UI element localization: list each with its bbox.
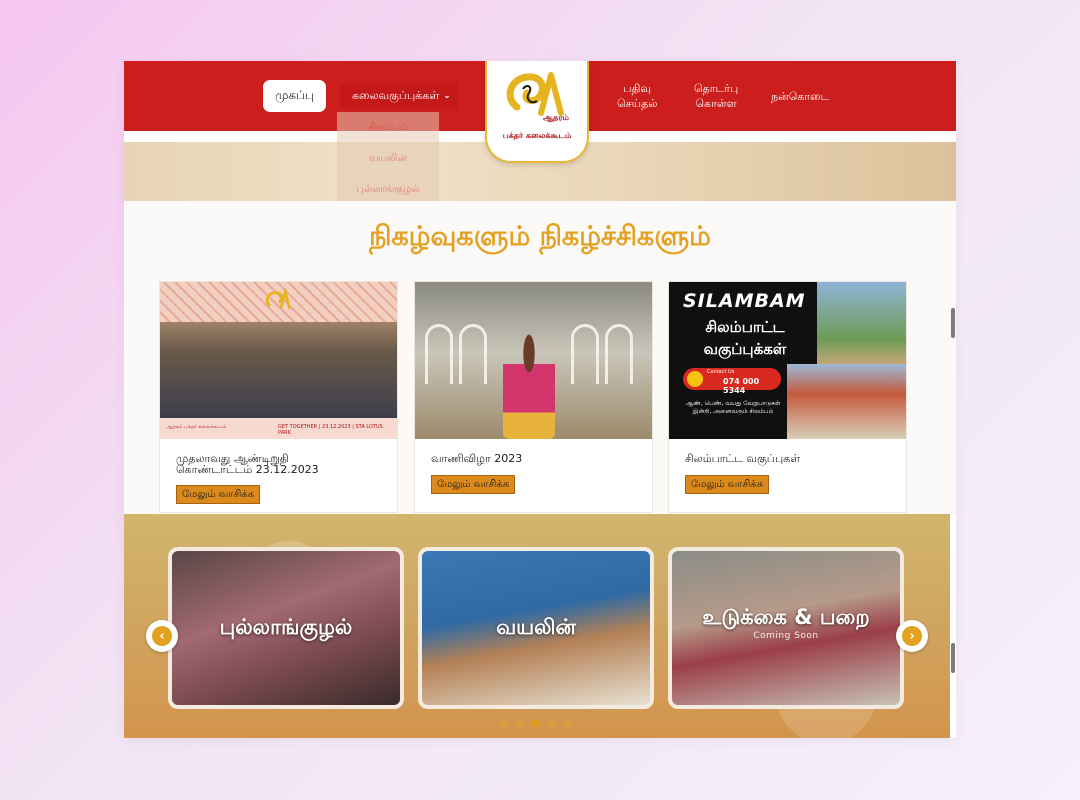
event-card: ஆதரம் பக்தர் கலைக்கூடம் GET TOGETHER | 2… xyxy=(159,281,398,513)
carousel-dot[interactable] xyxy=(516,720,523,727)
nav-courses[interactable]: கலைவகுப்புக்கள் ⌄ xyxy=(340,83,458,109)
read-more-button[interactable]: மேலும் வாசிக்க xyxy=(176,485,261,504)
poster-line2: வகுப்புக்கள் xyxy=(703,340,787,358)
poster-photo xyxy=(817,282,906,364)
arrow-right-icon: › xyxy=(902,626,922,646)
slide-subtitle: Coming Soon xyxy=(753,631,819,641)
poster-heading: SILAMBAM xyxy=(683,290,806,312)
nav-register-line1: பதிவு xyxy=(623,82,652,95)
phone-icon xyxy=(687,371,703,387)
event-title[interactable]: வாணிவிழா 2023 xyxy=(431,453,641,464)
events-section: நிகழ்வுகளும் நிகழ்ச்சிகளும் ஆதரம் பக்தர்… xyxy=(124,201,956,515)
caption-right: GET TOGETHER | 23.12.2023 | STA LOTUS PA… xyxy=(278,424,383,436)
nav-register-line2: செய்தல் xyxy=(617,97,658,110)
carousel-next-button[interactable]: › xyxy=(896,620,928,652)
poster-line1: சிலம்பாட்ட xyxy=(705,318,785,336)
slide-title: புல்லாங்குழல் xyxy=(219,615,353,639)
event-image[interactable]: ஆதரம் பக்தர் கலைக்கூடம் GET TOGETHER | 2… xyxy=(160,282,397,439)
logo-name: ஆதரம் xyxy=(543,113,569,122)
dropdown-item-flute[interactable]: புல்லாங்குழல் xyxy=(337,184,439,196)
website-frame: முகப்பு கலைவகுப்புக்கள் ⌄ பதிவு செய்தல் … xyxy=(124,61,956,738)
dropdown-item-silambam[interactable]: சிலம்பம் xyxy=(337,122,439,134)
event-image[interactable]: SILAMBAM சிலம்பாட்ட வகுப்புக்கள் Contact… xyxy=(669,282,906,439)
event-card: SILAMBAM சிலம்பாட்ட வகுப்புக்கள் Contact… xyxy=(668,281,907,513)
read-more-button[interactable]: மேலும் வாசிக்க xyxy=(431,475,516,494)
nav-home[interactable]: முகப்பு xyxy=(263,80,326,112)
nav-register[interactable]: பதிவு செய்தல் xyxy=(617,81,657,111)
section-title: நிகழ்வுகளும் நிகழ்ச்சிகளும் xyxy=(369,221,711,252)
carousel-dot-active[interactable] xyxy=(532,720,539,727)
group-photo xyxy=(160,322,397,418)
site-logo[interactable]: ஆதரம் பக்தர் கலைக்கூடம் xyxy=(485,61,589,163)
courses-carousel: புல்லாங்குழல் வயலின் உடுக்கை & பறை Comin… xyxy=(124,514,950,738)
poster-photo xyxy=(787,364,906,439)
carousel-slide-violin[interactable]: வயலின் xyxy=(418,547,654,709)
event-image[interactable] xyxy=(415,282,652,439)
event-title[interactable]: சிலம்பாட்ட வகுப்புகள் xyxy=(685,453,895,464)
slide-title: உடுக்கை & பறை xyxy=(702,605,870,629)
logo-mini-icon xyxy=(265,288,291,309)
arch-decor xyxy=(605,324,633,384)
carousel-dots xyxy=(500,720,571,727)
poster-contact: Contact Us 074 000 5344 xyxy=(683,368,781,395)
arch-decor xyxy=(571,324,599,384)
arch-decor xyxy=(425,324,453,384)
chevron-down-icon: ⌄ xyxy=(443,91,451,101)
event-card: வாணிவிழா 2023 மேலும் வாசிக்க xyxy=(414,281,653,513)
nav-contact-line1: தொடர்பு xyxy=(694,82,739,95)
dancer-figure xyxy=(503,332,555,439)
dropdown-item-violin[interactable]: வயலின் xyxy=(337,153,439,165)
nav-courses-label: கலைவகுப்புக்கள் xyxy=(352,88,440,102)
poster-info: ஆண், பெண், வயது வேறுபாடுகள் இன்றி, அனைவர… xyxy=(685,400,781,415)
carousel-prev-button[interactable]: ‹ xyxy=(146,620,178,652)
caption-left: ஆதரம் பக்தர் கலைக்கூடம் xyxy=(166,424,227,430)
slide-title: வயலின் xyxy=(496,615,576,639)
event-title[interactable]: முதலாவது ஆண்டிறுதி கொண்டாட்டம் 23.12.202… xyxy=(176,453,386,475)
logo-tagline: பக்தர் கலைக்கூடம் xyxy=(502,131,572,140)
poster-phone: 074 000 5344 xyxy=(723,377,760,395)
event-title-line2: கொண்டாட்டம் 23.12.2023 xyxy=(176,463,319,476)
read-more-button[interactable]: மேலும் வாசிக்க xyxy=(685,475,770,494)
carousel-slide-flute[interactable]: புல்லாங்குழல் xyxy=(168,547,404,709)
carousel-dot[interactable] xyxy=(548,720,555,727)
arch-decor xyxy=(459,324,487,384)
event-image-caption: ஆதரம் பக்தர் கலைக்கூடம் GET TOGETHER | 2… xyxy=(160,418,397,439)
carousel-slide-drums[interactable]: உடுக்கை & பறை Coming Soon xyxy=(668,547,904,709)
nav-donate[interactable]: நன்கொடை xyxy=(771,89,829,104)
nav-contact-line2: கொள்ள xyxy=(695,97,737,110)
carousel-dot[interactable] xyxy=(564,720,571,727)
poster-contact-label: Contact Us xyxy=(707,369,735,375)
scrollbar-thumb[interactable] xyxy=(951,308,955,338)
scrollbar-thumb[interactable] xyxy=(951,643,955,673)
nav-contact[interactable]: தொடர்பு கொள்ள xyxy=(694,81,738,111)
carousel-dot[interactable] xyxy=(500,720,507,727)
courses-dropdown: சிலம்பம் வயலின் புல்லாங்குழல் xyxy=(337,112,439,210)
arrow-left-icon: ‹ xyxy=(152,626,172,646)
